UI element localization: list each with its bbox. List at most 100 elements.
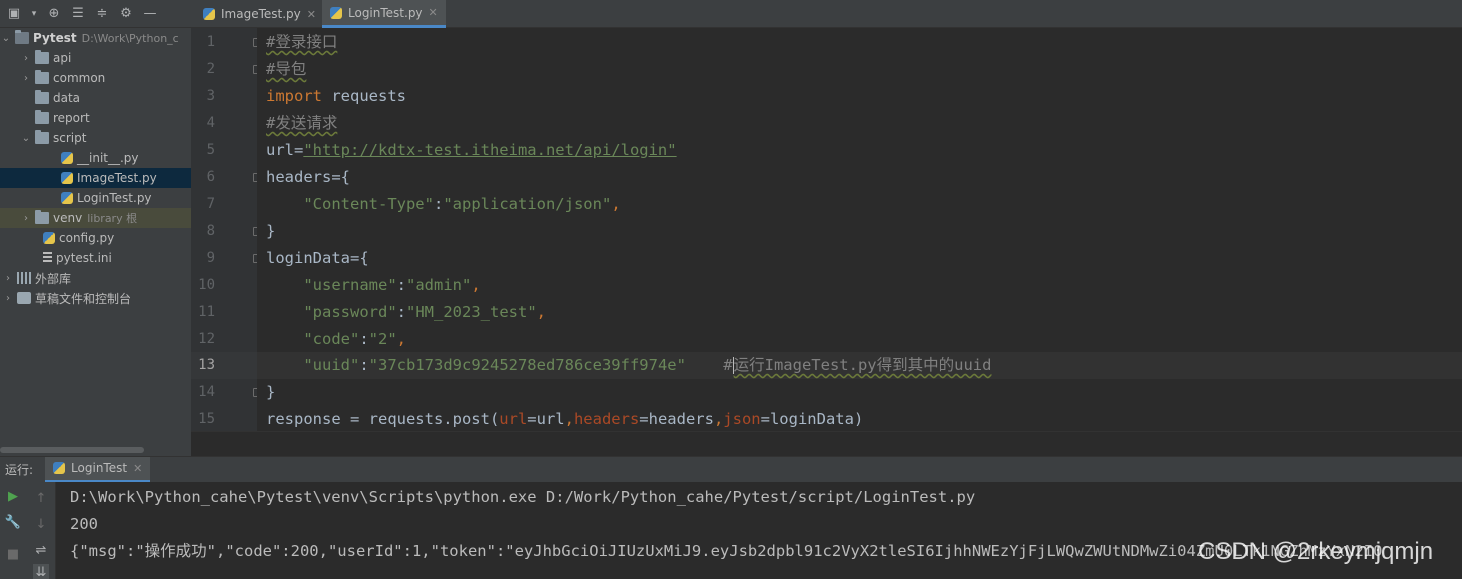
tree-item-label: 草稿文件和控制台	[35, 291, 132, 306]
chevron-right-icon[interactable]: ›	[20, 213, 32, 224]
scratch-icon	[17, 292, 31, 304]
close-icon[interactable]: ✕	[307, 8, 316, 21]
tree-item-label: __init__.py	[77, 151, 139, 165]
folder-icon	[35, 70, 49, 84]
code-editor[interactable]: #登录接口 #导包 import requests #发送请求 url="htt…	[257, 28, 1462, 431]
tree-item-label: LoginTest.py	[77, 191, 152, 205]
locate-icon[interactable]: ⊕	[46, 6, 62, 22]
code-line-1[interactable]: #登录接口	[266, 29, 337, 56]
line-number: 1	[206, 34, 215, 50]
line-number: 4	[206, 115, 215, 131]
line-number: 9	[206, 250, 215, 266]
code-text: ,	[713, 410, 724, 428]
code-line-10[interactable]: "username":"admin",	[266, 272, 481, 299]
arrow-down-icon[interactable]: ↓	[33, 516, 49, 532]
chevron-right-icon[interactable]: ›	[2, 273, 14, 284]
code-line-15[interactable]: response = requests.post(url=url,headers…	[266, 406, 863, 433]
console-line: {"msg":"操作成功","code":200,"userId":1,"tok…	[70, 542, 1383, 560]
tree-item-external-libs[interactable]: › 外部库	[0, 268, 191, 288]
tab-imagetest[interactable]: ImageTest.py ✕	[195, 0, 324, 28]
tree-item-label: ImageTest.py	[77, 171, 157, 185]
code-text: ,	[564, 410, 574, 428]
close-icon[interactable]: ✕	[429, 6, 438, 19]
hide-icon[interactable]: —	[142, 6, 158, 22]
tree-item-config-py[interactable]: config.py	[0, 228, 191, 248]
line-number: 12	[198, 331, 215, 347]
tree-item-logintest-py[interactable]: LoginTest.py	[0, 188, 191, 208]
tab-label: LoginTest.py	[348, 5, 423, 20]
code-text: =headers	[639, 410, 714, 428]
code-line-4[interactable]: #发送请求	[266, 110, 337, 137]
tree-item-common[interactable]: › common	[0, 68, 191, 88]
console-line: D:\Work\Python_cahe\Pytest\venv\Scripts\…	[70, 488, 976, 506]
tab-logintest[interactable]: LoginTest.py ✕	[322, 0, 446, 28]
string-url: "http://kdtx-test.itheima.net/api/login"	[303, 141, 677, 159]
tree-item-init-py[interactable]: __init__.py	[0, 148, 191, 168]
project-horizontal-scrollbar[interactable]	[0, 446, 191, 456]
chevron-right-icon[interactable]: ›	[20, 53, 32, 64]
tree-root-path: D:\Work\Python_c	[81, 31, 179, 45]
run-tab-logintest[interactable]: LoginTest ✕	[45, 456, 151, 483]
code-line-8[interactable]: }	[266, 218, 275, 245]
python-file-icon	[43, 232, 55, 244]
wrench-icon[interactable]: 🔧	[5, 514, 21, 530]
editor-gutter: 1 2 3 4 5 6 7 8 9 10 11 12 13 14 15	[191, 28, 262, 431]
run-icon[interactable]: ▶	[5, 488, 21, 504]
code-line-5[interactable]: url="http://kdtx-test.itheima.net/api/lo…	[266, 137, 677, 164]
code-text: :	[359, 356, 369, 374]
tree-item-pytest-ini[interactable]: pytest.ini	[0, 248, 191, 268]
chevron-right-icon[interactable]: ›	[20, 73, 32, 84]
tree-item-api[interactable]: › api	[0, 48, 191, 68]
code-line-3[interactable]: import requests	[266, 83, 406, 110]
code-line-11[interactable]: "password":"HM_2023_test",	[266, 299, 546, 326]
soft-wrap-icon[interactable]: ⇌	[33, 542, 49, 558]
tree-item-label: api	[53, 51, 72, 65]
expand-all-icon[interactable]: ☰	[70, 6, 86, 22]
chevron-down-icon[interactable]: ⌄	[0, 33, 12, 44]
project-tree: ⌄ Pytest D:\Work\Python_c › api › common…	[0, 28, 191, 446]
tree-item-imagetest-py[interactable]: ImageTest.py	[0, 168, 191, 188]
code-text: ,	[471, 276, 481, 294]
folder-icon	[35, 90, 49, 104]
code-line-14[interactable]: }	[266, 379, 275, 406]
python-file-icon	[61, 192, 73, 204]
tree-item-label: script	[53, 131, 87, 145]
scrollbar-thumb[interactable]	[0, 447, 144, 453]
code-line-13[interactable]: "uuid":"37cb173d9c9245278ed786ce39ff974e…	[266, 352, 991, 379]
code-line-6[interactable]: headers={	[266, 164, 350, 191]
code-line-12[interactable]: "code":"2",	[266, 326, 406, 353]
scroll-to-end-icon[interactable]: ⇊	[33, 564, 49, 579]
gear-icon[interactable]: ⚙	[118, 6, 134, 22]
string: "37cb173d9c9245278ed786ce39ff974e"	[368, 356, 686, 374]
tree-item-hint: library 根	[87, 212, 138, 225]
keyword: import	[266, 87, 322, 105]
folder-icon	[35, 110, 49, 124]
csdn-watermark: CSDN @2rkeymjqmjn	[1198, 538, 1434, 565]
chevron-right-icon[interactable]: ›	[2, 293, 14, 304]
arrow-up-icon[interactable]: ↑	[33, 490, 49, 506]
code-line-9[interactable]: loginData={	[266, 245, 369, 272]
project-toolbar: ▣ ▾ ⊕ ☰ ≑ ⚙ —	[0, 0, 191, 28]
string: "username"	[303, 276, 397, 294]
code-text: =loginData)	[760, 410, 864, 428]
comment: #导包	[266, 60, 307, 78]
code-text: }	[266, 222, 276, 240]
tree-item-script[interactable]: ⌄ script	[0, 128, 191, 148]
chevron-down-icon[interactable]: ⌄	[20, 133, 32, 144]
code-line-7[interactable]: "Content-Type":"application/json",	[266, 191, 620, 218]
tree-item-scratches[interactable]: › 草稿文件和控制台	[0, 288, 191, 308]
editor-bottom-strip	[191, 431, 1462, 456]
collapse-all-icon[interactable]: ≑	[94, 6, 110, 22]
code-text: headers={	[266, 168, 350, 186]
close-icon[interactable]: ✕	[133, 462, 142, 475]
tree-root-pytest[interactable]: ⌄ Pytest D:\Work\Python_c	[0, 28, 191, 48]
chevron-down-icon[interactable]: ▾	[30, 6, 38, 22]
string: "password"	[303, 303, 397, 321]
tree-item-venv[interactable]: › venv library 根	[0, 208, 191, 228]
tree-item-data[interactable]: data	[0, 88, 191, 108]
tree-item-report[interactable]: report	[0, 108, 191, 128]
tree-item-label: common	[53, 71, 106, 85]
project-view-icon[interactable]: ▣	[6, 6, 22, 22]
code-line-2[interactable]: #导包	[266, 56, 306, 83]
stop-icon[interactable]: ■	[5, 546, 21, 562]
